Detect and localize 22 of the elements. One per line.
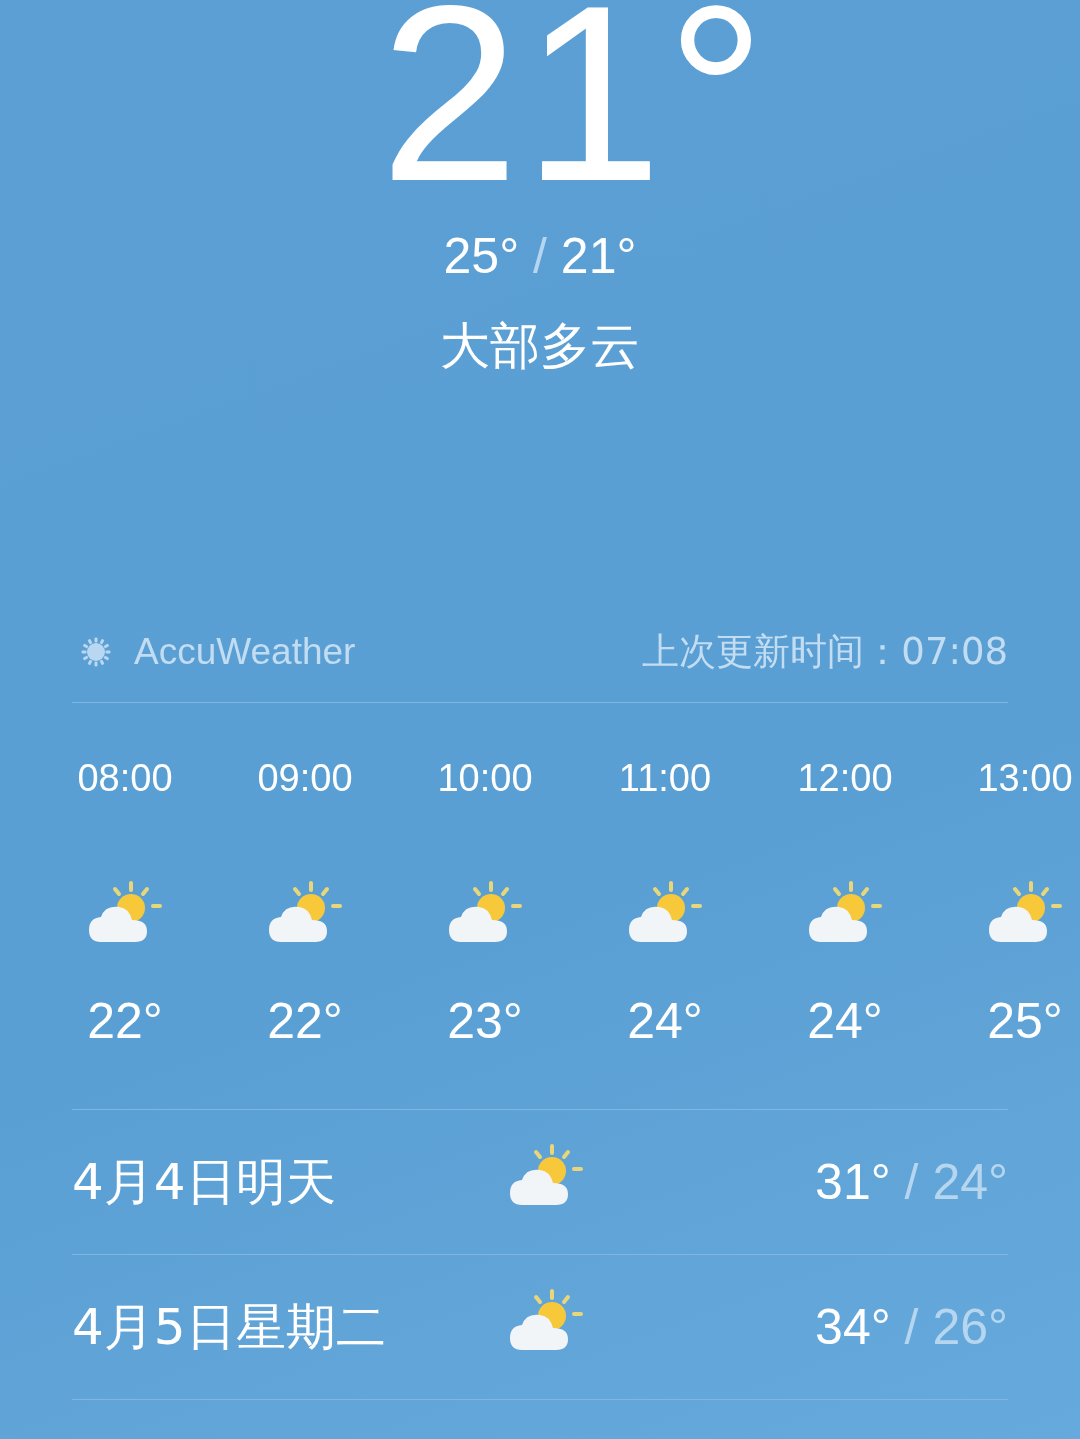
- day-temperature-range: 34° / 26°: [815, 1298, 1008, 1356]
- day-label: 4月4日明天: [72, 1151, 337, 1213]
- hour-temperature: 22°: [267, 992, 343, 1050]
- day-temperature-range: 31° / 24°: [815, 1153, 1008, 1211]
- hour-time: 13:00: [977, 757, 1073, 800]
- hour-temperature: 24°: [627, 992, 703, 1050]
- sun-icon: [80, 636, 112, 668]
- hour-time: 08:00: [77, 757, 173, 800]
- source-name[interactable]: AccuWeather: [134, 631, 356, 673]
- temperature-range: 25° / 21°: [443, 227, 637, 285]
- current-temperature: 21°: [378, 0, 771, 219]
- hour-time: 12:00: [797, 757, 893, 800]
- last-updated-time: 上次更新时间：07:08: [642, 629, 1008, 675]
- weather-condition: 大部多云: [440, 316, 640, 377]
- hour-temperature: 23°: [447, 992, 523, 1050]
- hour-time: 11:00: [618, 757, 712, 800]
- day-label: 4月5日星期二: [72, 1296, 387, 1358]
- hour-time: 09:00: [257, 757, 353, 800]
- hour-time: 10:00: [437, 757, 533, 800]
- hour-temperature: 25°: [987, 992, 1063, 1050]
- hour-temperature: 22°: [87, 992, 163, 1050]
- hour-temperature: 24°: [807, 992, 883, 1050]
